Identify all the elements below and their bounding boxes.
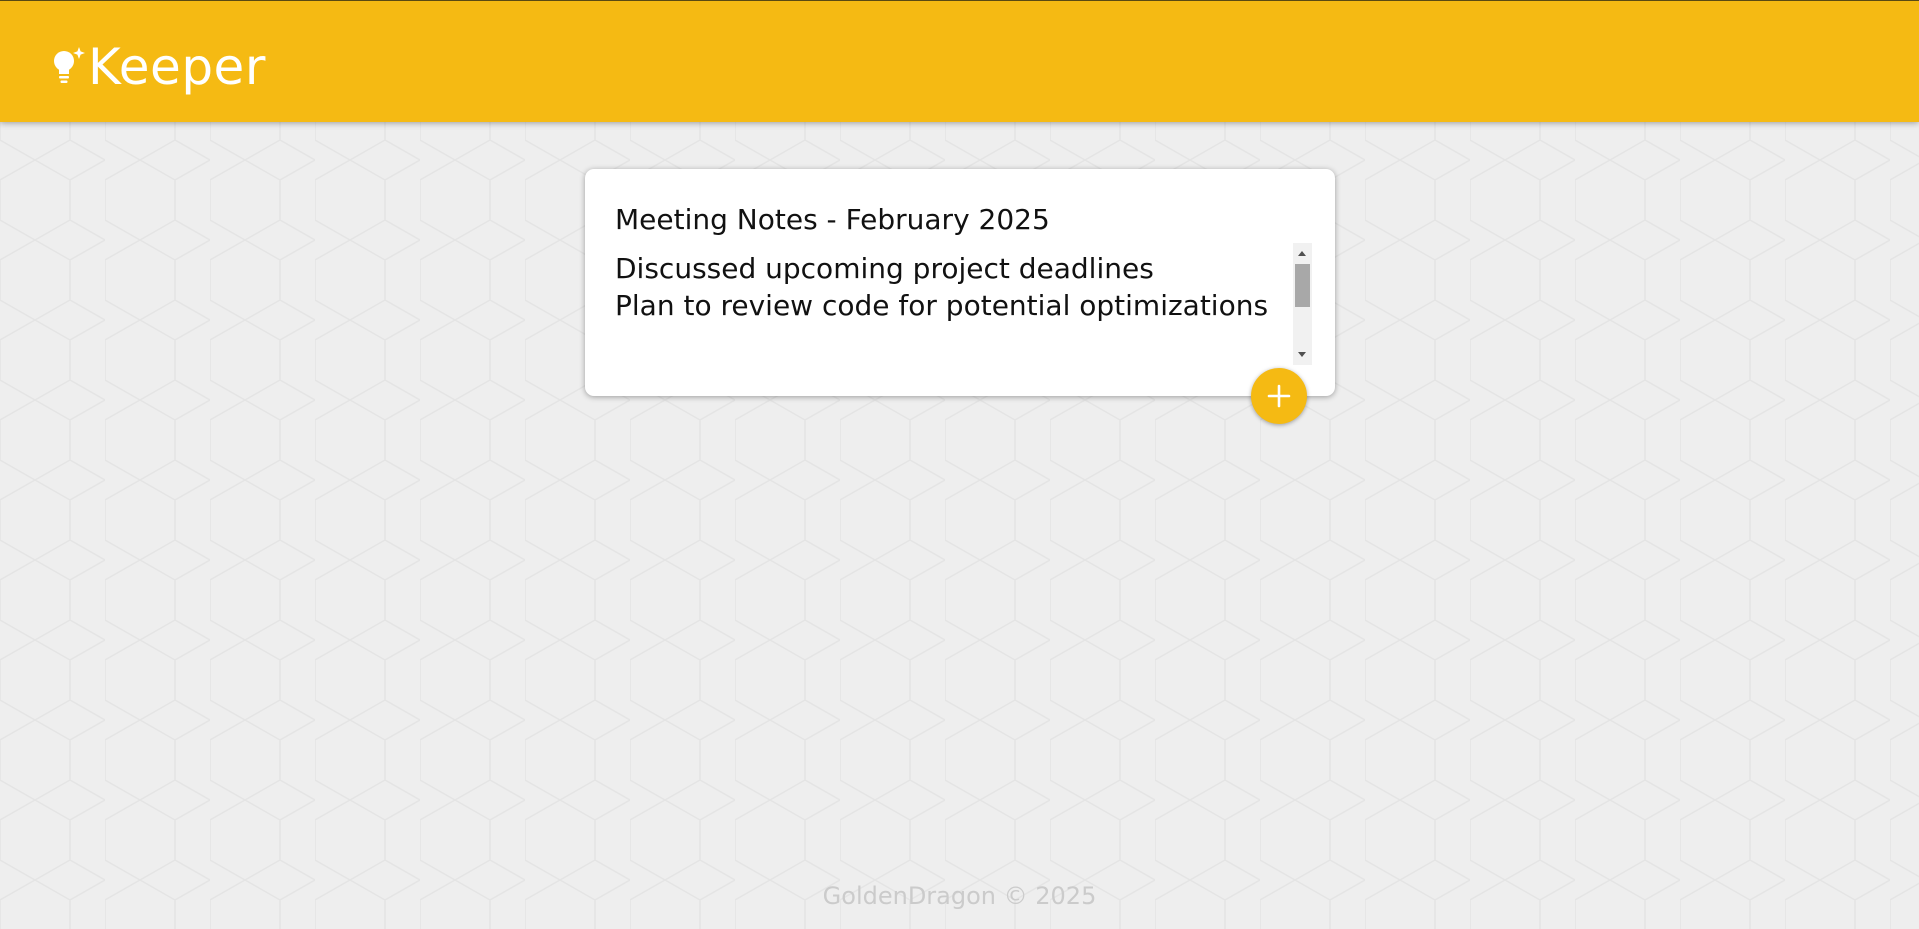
note-content-textarea[interactable]: Discussed upcoming project deadlines Plan…: [615, 250, 1297, 358]
note-title-input[interactable]: [615, 199, 1295, 239]
scroll-up-arrow-icon[interactable]: [1298, 251, 1306, 256]
page-footer: GoldenDragon © 2025: [0, 882, 1919, 910]
app-header: Keeper: [0, 0, 1919, 122]
hexagon-background-pattern: [0, 0, 1919, 929]
lightbulb-sparkle-icon: [54, 47, 85, 83]
add-note-button[interactable]: [1251, 368, 1307, 424]
note-content-scrollbar[interactable]: [1293, 243, 1312, 365]
app-logo-text: Keeper: [88, 38, 266, 96]
scrollbar-thumb[interactable]: [1295, 264, 1310, 307]
note-content-line: Plan to review code for potential optimi…: [615, 289, 1269, 322]
app-logo[interactable]: Keeper: [50, 39, 266, 95]
note-content-line: Discussed upcoming project deadlines: [615, 252, 1154, 285]
plus-icon: [1267, 384, 1291, 408]
scroll-down-arrow-icon[interactable]: [1298, 352, 1306, 357]
create-note-form: Discussed upcoming project deadlines Plan…: [585, 169, 1335, 396]
footer-copyright: GoldenDragon © 2025: [822, 882, 1097, 910]
